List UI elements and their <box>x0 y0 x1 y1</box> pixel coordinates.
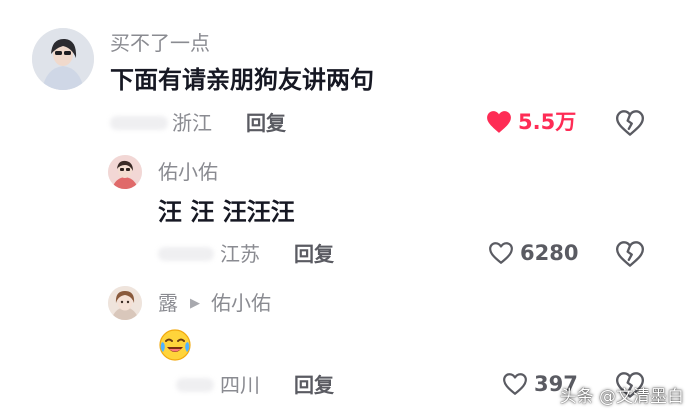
watermark: 头条 @文清墨白 <box>559 387 684 407</box>
comment-1-username[interactable]: 买不了一点 <box>110 33 210 53</box>
avatar-comment-1[interactable] <box>32 28 94 90</box>
user-avatar-icon <box>108 155 142 189</box>
comment-3-location: 四川 <box>220 373 260 397</box>
heart-outline-icon <box>489 242 513 264</box>
comment-2-text: 汪 汪 汪汪汪 <box>158 198 295 226</box>
comment-1-location: 浙江 <box>172 111 212 135</box>
comment-3-username[interactable]: 露 <box>158 293 178 313</box>
comment-2-username[interactable]: 佑小佑 <box>158 162 218 182</box>
comment-1-dislike-button[interactable] <box>616 110 644 136</box>
comment-3-reply-button[interactable]: 回复 <box>294 375 334 395</box>
comment-1-like-count: 5.5万 <box>518 109 577 134</box>
comment-2-dislike-button[interactable] <box>616 241 644 267</box>
comment-2-date-blurred <box>158 247 214 261</box>
user-avatar-icon <box>108 286 142 320</box>
comment-1-date-blurred <box>110 116 168 130</box>
comment-3-emoji <box>158 328 192 362</box>
broken-heart-icon <box>616 241 644 267</box>
comment-1-like-button[interactable]: 5.5万 <box>486 110 576 134</box>
user-avatar-icon <box>32 28 94 90</box>
comment-2-like-button[interactable]: 6280 <box>488 241 578 265</box>
comment-1-reply-button[interactable]: 回复 <box>246 113 286 133</box>
broken-heart-icon <box>616 110 644 136</box>
avatar-comment-2[interactable] <box>108 155 142 189</box>
comment-2-like-count: 6280 <box>520 240 579 265</box>
heart-outline-icon <box>503 373 527 395</box>
heart-filled-icon <box>487 111 511 133</box>
laughing-crying-face-emoji <box>159 329 191 361</box>
comment-2-reply-button[interactable]: 回复 <box>294 244 334 264</box>
comment-3-date-blurred <box>176 378 214 392</box>
comment-3-reply-to[interactable]: 佑小佑 <box>211 293 271 313</box>
triangle-right-icon: ▶ <box>190 296 200 311</box>
comment-2-location: 江苏 <box>220 242 260 266</box>
avatar-comment-3[interactable] <box>108 286 142 320</box>
comment-1-text: 下面有请亲朋狗友讲两句 <box>110 66 374 94</box>
